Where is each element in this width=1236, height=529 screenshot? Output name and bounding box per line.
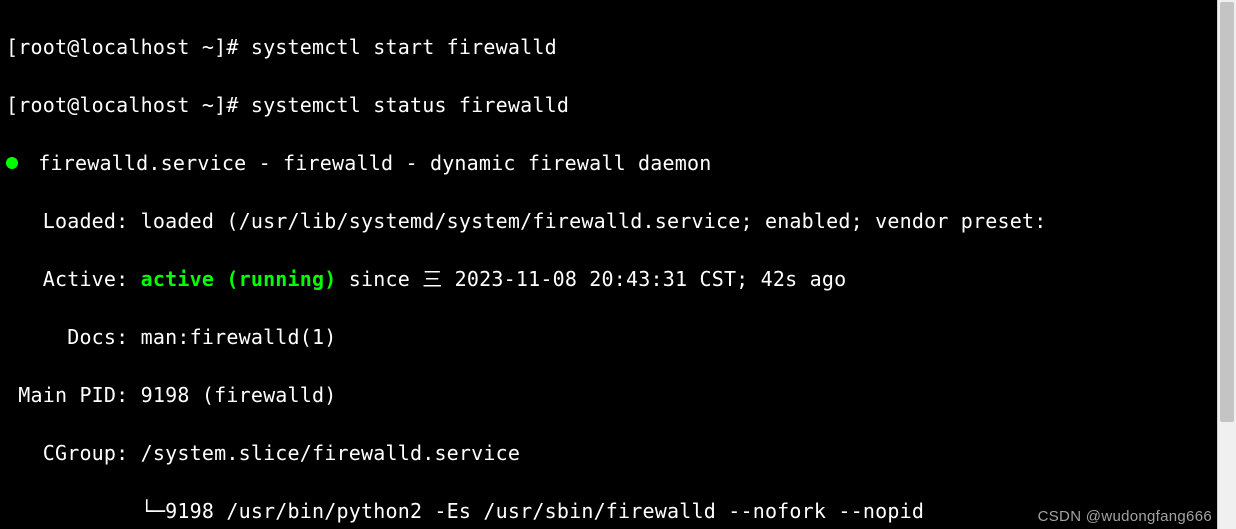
terminal-window[interactable]: [root@localhost ~]# systemctl start fire…: [0, 0, 1218, 529]
field-label: CGroup:: [6, 441, 141, 465]
watermark-text: CSDN @wudongfang666: [1038, 508, 1212, 525]
loaded-line: Loaded: loaded (/usr/lib/systemd/system/…: [6, 207, 1212, 236]
active-since: since 三 2023-11-08 20:43:31 CST; 42s ago: [337, 267, 847, 291]
status-dot-icon: [6, 157, 18, 169]
shell-prompt: [root@localhost ~]#: [6, 93, 251, 117]
field-label: Docs:: [6, 325, 141, 349]
service-header: firewalld.service - firewalld - dynamic …: [6, 149, 1212, 178]
docs-line: Docs: man:firewalld(1): [6, 323, 1212, 352]
field-value: loaded (/usr/lib/systemd/system/firewall…: [141, 209, 1047, 233]
shell-prompt: [root@localhost ~]#: [6, 35, 251, 59]
active-state: active (running): [141, 267, 337, 291]
prompt-line: [root@localhost ~]# systemctl start fire…: [6, 33, 1212, 62]
active-line: Active: active (running) since 三 2023-11…: [6, 265, 1212, 294]
scrollbar-thumb[interactable]: [1220, 2, 1234, 422]
command-text: systemctl start firewalld: [251, 35, 557, 59]
field-label: Active:: [6, 267, 141, 291]
cgroup-child-line: └─9198 /usr/bin/python2 -Es /usr/sbin/fi…: [6, 497, 1212, 526]
field-value: 9198 (firewalld): [141, 383, 337, 407]
cgroup-line: CGroup: /system.slice/firewalld.service: [6, 439, 1212, 468]
command-text: systemctl status firewalld: [251, 93, 569, 117]
field-value: /system.slice/firewalld.service: [141, 441, 520, 465]
vertical-scrollbar[interactable]: [1217, 0, 1236, 529]
field-label: Loaded:: [6, 209, 141, 233]
prompt-line: [root@localhost ~]# systemctl status fir…: [6, 91, 1212, 120]
service-name: firewalld.service - firewalld - dynamic …: [26, 151, 712, 175]
field-label: Main PID:: [6, 383, 141, 407]
field-value: man:firewalld(1): [141, 325, 337, 349]
mainpid-line: Main PID: 9198 (firewalld): [6, 381, 1212, 410]
